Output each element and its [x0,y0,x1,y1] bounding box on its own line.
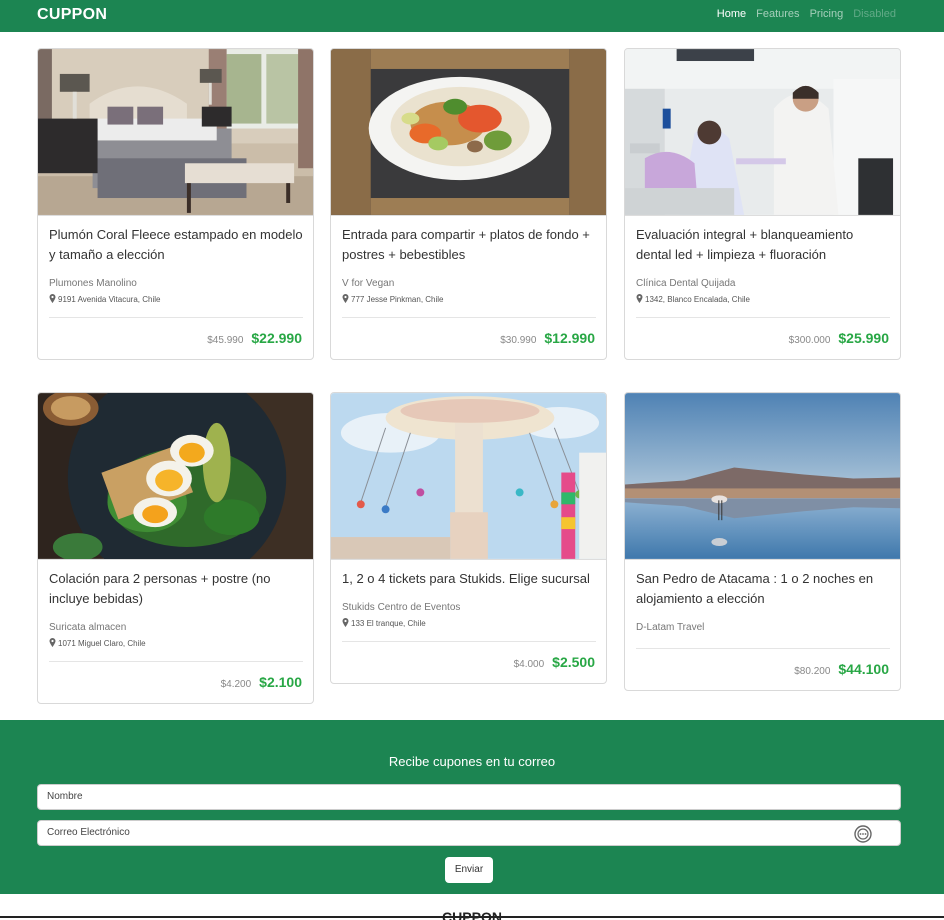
merchant-address: 1071 Miguel Claro, Chile [49,638,146,648]
footer-divider [0,916,944,918]
deal-title[interactable]: Plumón Coral Fleece estampado en modelo … [49,225,304,265]
deal-title[interactable]: Evaluación integral + blanqueamiento den… [636,225,891,265]
price-row: $4.200 $2.100 [221,674,302,690]
deal-card[interactable]: Colación para 2 personas + postre (no in… [37,392,314,704]
top-navbar: CUPPON Home Features Pricing Disabled [0,0,944,32]
nav-link-pricing[interactable]: Pricing [810,8,844,20]
original-price: $30.990 [500,335,537,346]
location-pin-icon [636,294,643,303]
discount-price: $2.100 [259,674,302,690]
bedroom-photo[interactable] [38,49,313,216]
merchant-name: V for Vegan [342,278,395,289]
merchant-address: 1342, Blanco Encalada, Chile [636,294,750,304]
address-text: 133 El tranque, Chile [351,619,426,628]
discount-price: $44.100 [838,661,889,677]
newsletter-title: Recibe cupones en tu correo [388,754,556,769]
merchant-name: Clínica Dental Quijada [636,278,736,289]
address-text: 1342, Blanco Encalada, Chile [645,295,750,304]
discount-price: $2.500 [552,654,595,670]
card-divider [636,317,890,318]
merchant-name: Plumones Manolino [49,278,137,289]
location-pin-icon [342,294,349,303]
deal-card[interactable]: Plumón Coral Fleece estampado en modelo … [37,48,314,360]
original-price: $4.200 [220,679,252,690]
address-text: 9191 Avenida Vitacura, Chile [58,295,161,304]
nav-links: Home Features Pricing Disabled [717,8,896,20]
footer-brand: CUPPON [442,909,502,920]
address-text: 1071 Miguel Claro, Chile [58,639,146,648]
address-text: 777 Jesse Pinkman, Chile [351,295,444,304]
nav-link-home[interactable]: Home [717,8,746,20]
merchant-name: Stukids Centro de Eventos [342,602,461,613]
deal-title[interactable]: Colación para 2 personas + postre (no in… [49,569,304,609]
price-row: $300.000 $25.990 [789,330,889,346]
original-price: $45.990 [207,335,244,346]
location-pin-icon [49,294,56,303]
newsletter-section: Recibe cupones en tu correo Nombre Corre… [0,720,944,894]
price-row: $45.990 $22.990 [207,330,302,346]
deal-card[interactable]: Evaluación integral + blanqueamiento den… [624,48,901,360]
price-row: $80.200 $44.100 [794,661,889,677]
card-divider [49,661,303,662]
original-price: $80.200 [794,666,831,677]
salad-photo[interactable] [331,49,606,216]
discount-price: $22.990 [251,330,302,346]
location-pin-icon [342,618,349,627]
merchant-name: D-Latam Travel [636,622,705,633]
card-divider [342,641,596,642]
merchant-address: 777 Jesse Pinkman, Chile [342,294,444,304]
original-price: $4.000 [513,659,545,670]
autofill-key-icon[interactable] [854,825,872,843]
nav-link-disabled: Disabled [853,8,896,20]
nav-link-features[interactable]: Features [756,8,799,20]
email-input-placeholder: Correo Electrónico [47,827,130,838]
price-row: $30.990 $12.990 [500,330,595,346]
merchant-name: Suricata almacen [49,622,127,633]
name-input[interactable]: Nombre [37,784,901,810]
deal-card[interactable]: 1, 2 o 4 tickets para Stukids. Elige suc… [330,392,607,684]
dental-clinic-photo[interactable] [625,49,900,216]
discount-price: $25.990 [838,330,889,346]
location-pin-icon [49,638,56,647]
merchant-address: 9191 Avenida Vitacura, Chile [49,294,160,304]
eggs-salad-photo[interactable] [38,393,313,560]
deal-card[interactable]: Entrada para compartir + platos de fondo… [330,48,607,360]
email-input[interactable]: Correo Electrónico [37,820,901,846]
original-price: $300.000 [788,335,831,346]
brand-logo[interactable]: CUPPON [37,6,107,24]
price-row: $4.000 $2.500 [514,654,595,670]
card-divider [636,648,890,649]
deal-card[interactable]: San Pedro de Atacama : 1 o 2 noches en a… [624,392,901,691]
card-divider [342,317,596,318]
deal-title[interactable]: 1, 2 o 4 tickets para Stukids. Elige suc… [342,569,597,589]
discount-price: $12.990 [544,330,595,346]
atacama-landscape-photo[interactable] [625,393,900,560]
card-divider [49,317,303,318]
deal-title[interactable]: San Pedro de Atacama : 1 o 2 noches en a… [636,569,891,609]
deal-title[interactable]: Entrada para compartir + platos de fondo… [342,225,597,265]
fair-ride-photo[interactable] [331,393,606,560]
submit-button[interactable]: Enviar [445,857,493,883]
merchant-address: 133 El tranque, Chile [342,618,426,628]
name-input-placeholder: Nombre [47,791,83,802]
